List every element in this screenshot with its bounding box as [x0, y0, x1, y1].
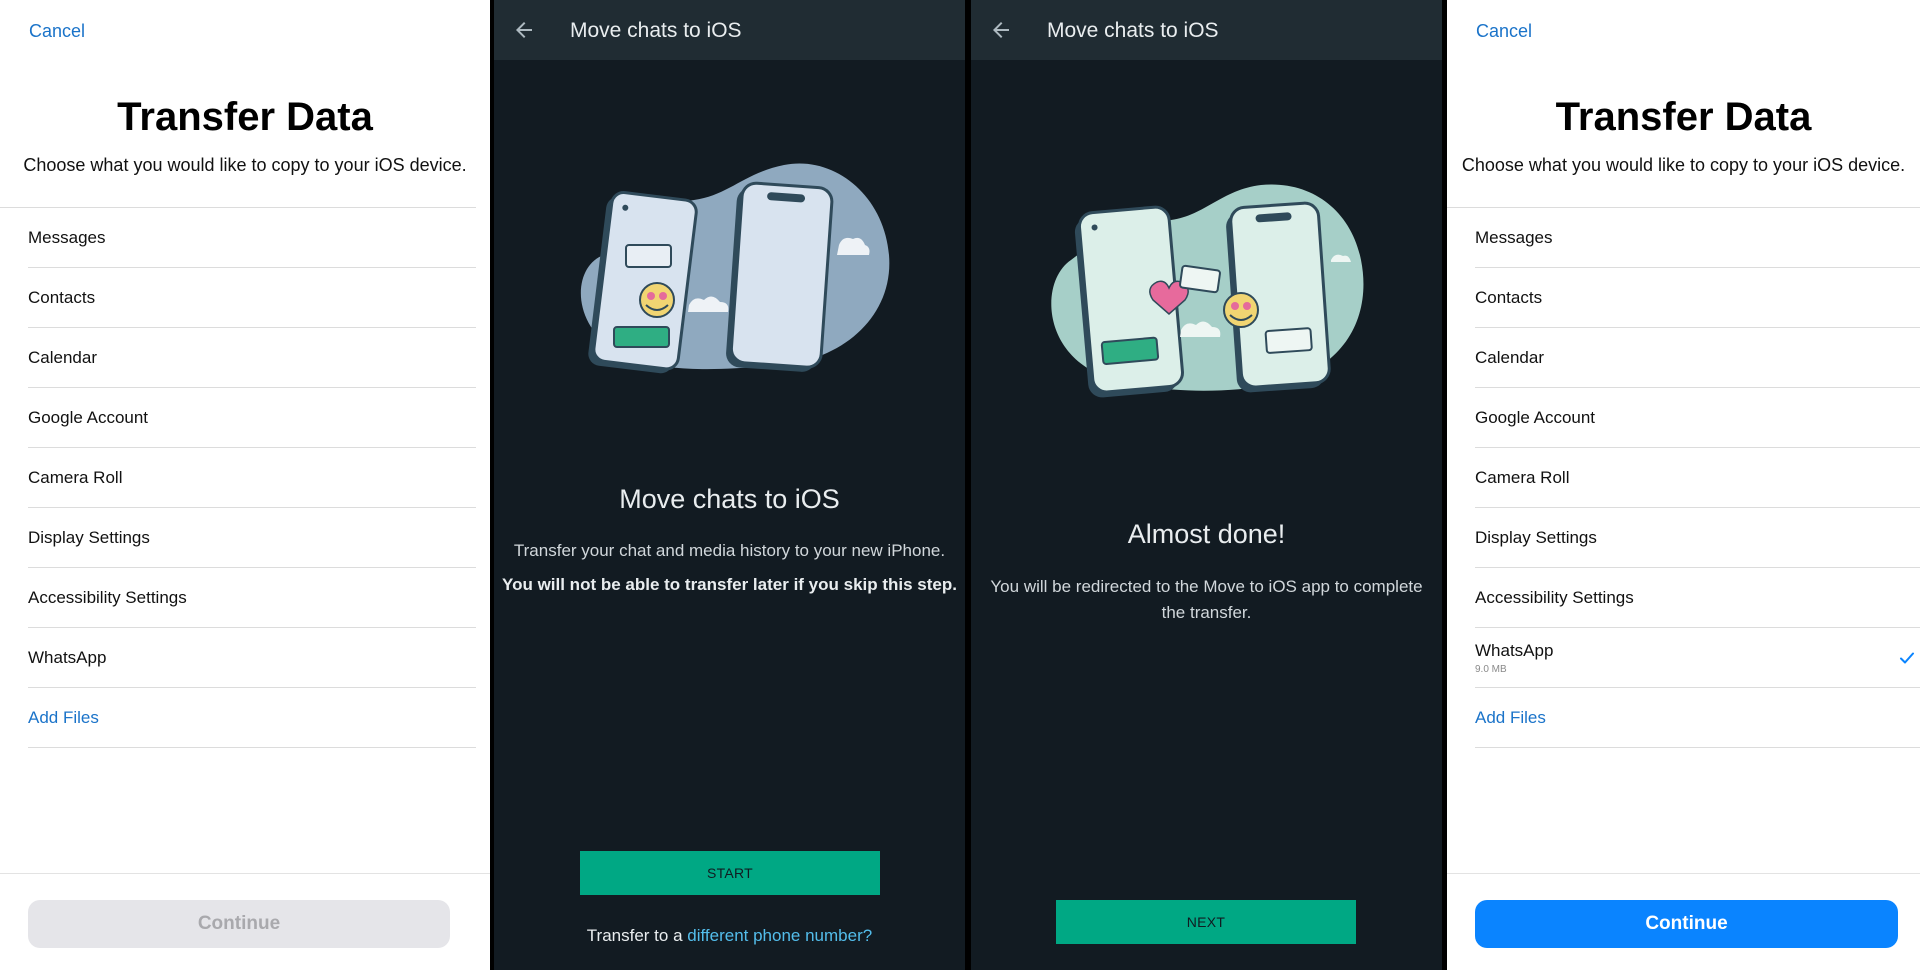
ios-transfer-panel-right: Cancel Transfer Data Choose what you wou… — [1447, 0, 1920, 970]
footer-prefix: Transfer to a — [586, 926, 688, 945]
list-item-label: Camera Roll — [28, 467, 123, 487]
add-files-label: Add Files — [1475, 707, 1546, 727]
start-button[interactable]: START — [580, 851, 880, 895]
checkmark-icon — [1900, 652, 1914, 663]
screen-body-text: You will be redirected to the Move to iO… — [990, 577, 1423, 622]
app-bar-title: Move chats to iOS — [570, 19, 742, 42]
list-item-whatsapp[interactable]: WhatsApp — [28, 628, 476, 688]
phone-illustration — [580, 163, 890, 374]
different-number-link[interactable]: different phone number? — [687, 926, 872, 945]
list-item-accessibility-settings[interactable]: Accessibility Settings — [28, 568, 476, 628]
back-arrow-icon[interactable] — [512, 18, 536, 42]
add-files-link[interactable]: Add Files — [28, 688, 476, 748]
list-item-label: Display Settings — [1475, 527, 1597, 547]
list-item-label: WhatsApp — [28, 647, 107, 667]
list-item-label: Calendar — [1475, 347, 1544, 367]
whatsapp-move-chats-panel: Move chats to iOS Move chats to iOS Tran… — [494, 0, 965, 970]
list-item-google-account[interactable]: Google Account — [28, 388, 476, 448]
continue-button[interactable]: Continue — [1475, 900, 1898, 948]
phone-illustration — [1051, 184, 1364, 398]
list-item-size: 9.0 MB — [1475, 663, 1507, 675]
list-item-label: Camera Roll — [1475, 467, 1570, 487]
add-files-label: Add Files — [28, 707, 99, 727]
list-item-google-account[interactable]: Google Account — [1475, 388, 1920, 448]
page-title: Transfer Data — [1555, 95, 1812, 139]
list-item-label: Google Account — [1475, 407, 1596, 427]
app-bar-title: Move chats to iOS — [1047, 19, 1219, 42]
screen-body-text: Transfer your chat and media history to … — [513, 541, 946, 560]
page-subtitle: Choose what you would like to copy to yo… — [23, 155, 467, 175]
page-title: Transfer Data — [117, 95, 373, 139]
list-item-accessibility-settings[interactable]: Accessibility Settings — [1475, 568, 1920, 628]
page-subtitle: Choose what you would like to copy to yo… — [1461, 155, 1906, 175]
list-item-contacts[interactable]: Contacts — [1475, 268, 1920, 328]
back-arrow-icon[interactable] — [989, 18, 1013, 42]
continue-button-disabled[interactable]: Continue — [28, 900, 450, 948]
screen-heading: Almost done! — [1127, 519, 1286, 549]
list-item-label: Contacts — [28, 287, 96, 307]
list-item-label: Display Settings — [28, 527, 150, 547]
list-item-label: WhatsApp — [1475, 640, 1554, 660]
footer-divider — [0, 873, 490, 874]
next-button[interactable]: NEXT — [1056, 900, 1356, 944]
ios-transfer-panel-left: Cancel Transfer Data Choose what you wou… — [0, 0, 490, 970]
list-item-label: Accessibility Settings — [28, 587, 187, 607]
transfer-item-list: Messages Contacts Calendar Google Accoun… — [0, 207, 476, 748]
cancel-button[interactable]: Cancel — [29, 21, 85, 42]
transfer-item-list: Messages Contacts Calendar Google Accoun… — [1447, 207, 1920, 748]
list-item-calendar[interactable]: Calendar — [28, 328, 476, 388]
list-item-label: Accessibility Settings — [1475, 587, 1634, 607]
list-item-label: Messages — [1475, 227, 1553, 247]
list-item-contacts[interactable]: Contacts — [28, 268, 476, 328]
list-item-display-settings[interactable]: Display Settings — [28, 508, 476, 568]
list-item-label: Google Account — [28, 407, 149, 427]
footer-divider — [1447, 873, 1920, 874]
whatsapp-almost-done-panel: Move chats to iOS Almost done! You will … — [971, 0, 1442, 970]
list-item-camera-roll[interactable]: Camera Roll — [28, 448, 476, 508]
list-item-label: Contacts — [1475, 287, 1543, 307]
list-item-messages[interactable]: Messages — [1475, 208, 1920, 268]
add-files-link[interactable]: Add Files — [1475, 688, 1920, 748]
app-bar: Move chats to iOS — [494, 0, 965, 60]
warning-text: You will not be able to transfer later i… — [502, 575, 957, 594]
list-item-label: Calendar — [28, 347, 97, 367]
list-item-camera-roll[interactable]: Camera Roll — [1475, 448, 1920, 508]
cancel-button[interactable]: Cancel — [1476, 21, 1532, 42]
list-item-messages[interactable]: Messages — [28, 208, 476, 268]
list-item-calendar[interactable]: Calendar — [1475, 328, 1920, 388]
list-item-display-settings[interactable]: Display Settings — [1475, 508, 1920, 568]
list-item-label: Messages — [28, 227, 106, 247]
screen-heading: Move chats to iOS — [619, 484, 840, 514]
list-item-whatsapp[interactable]: WhatsApp 9.0 MB — [1475, 628, 1920, 688]
footer-text: Transfer to a different phone number? — [494, 926, 965, 946]
app-bar: Move chats to iOS — [971, 0, 1442, 60]
